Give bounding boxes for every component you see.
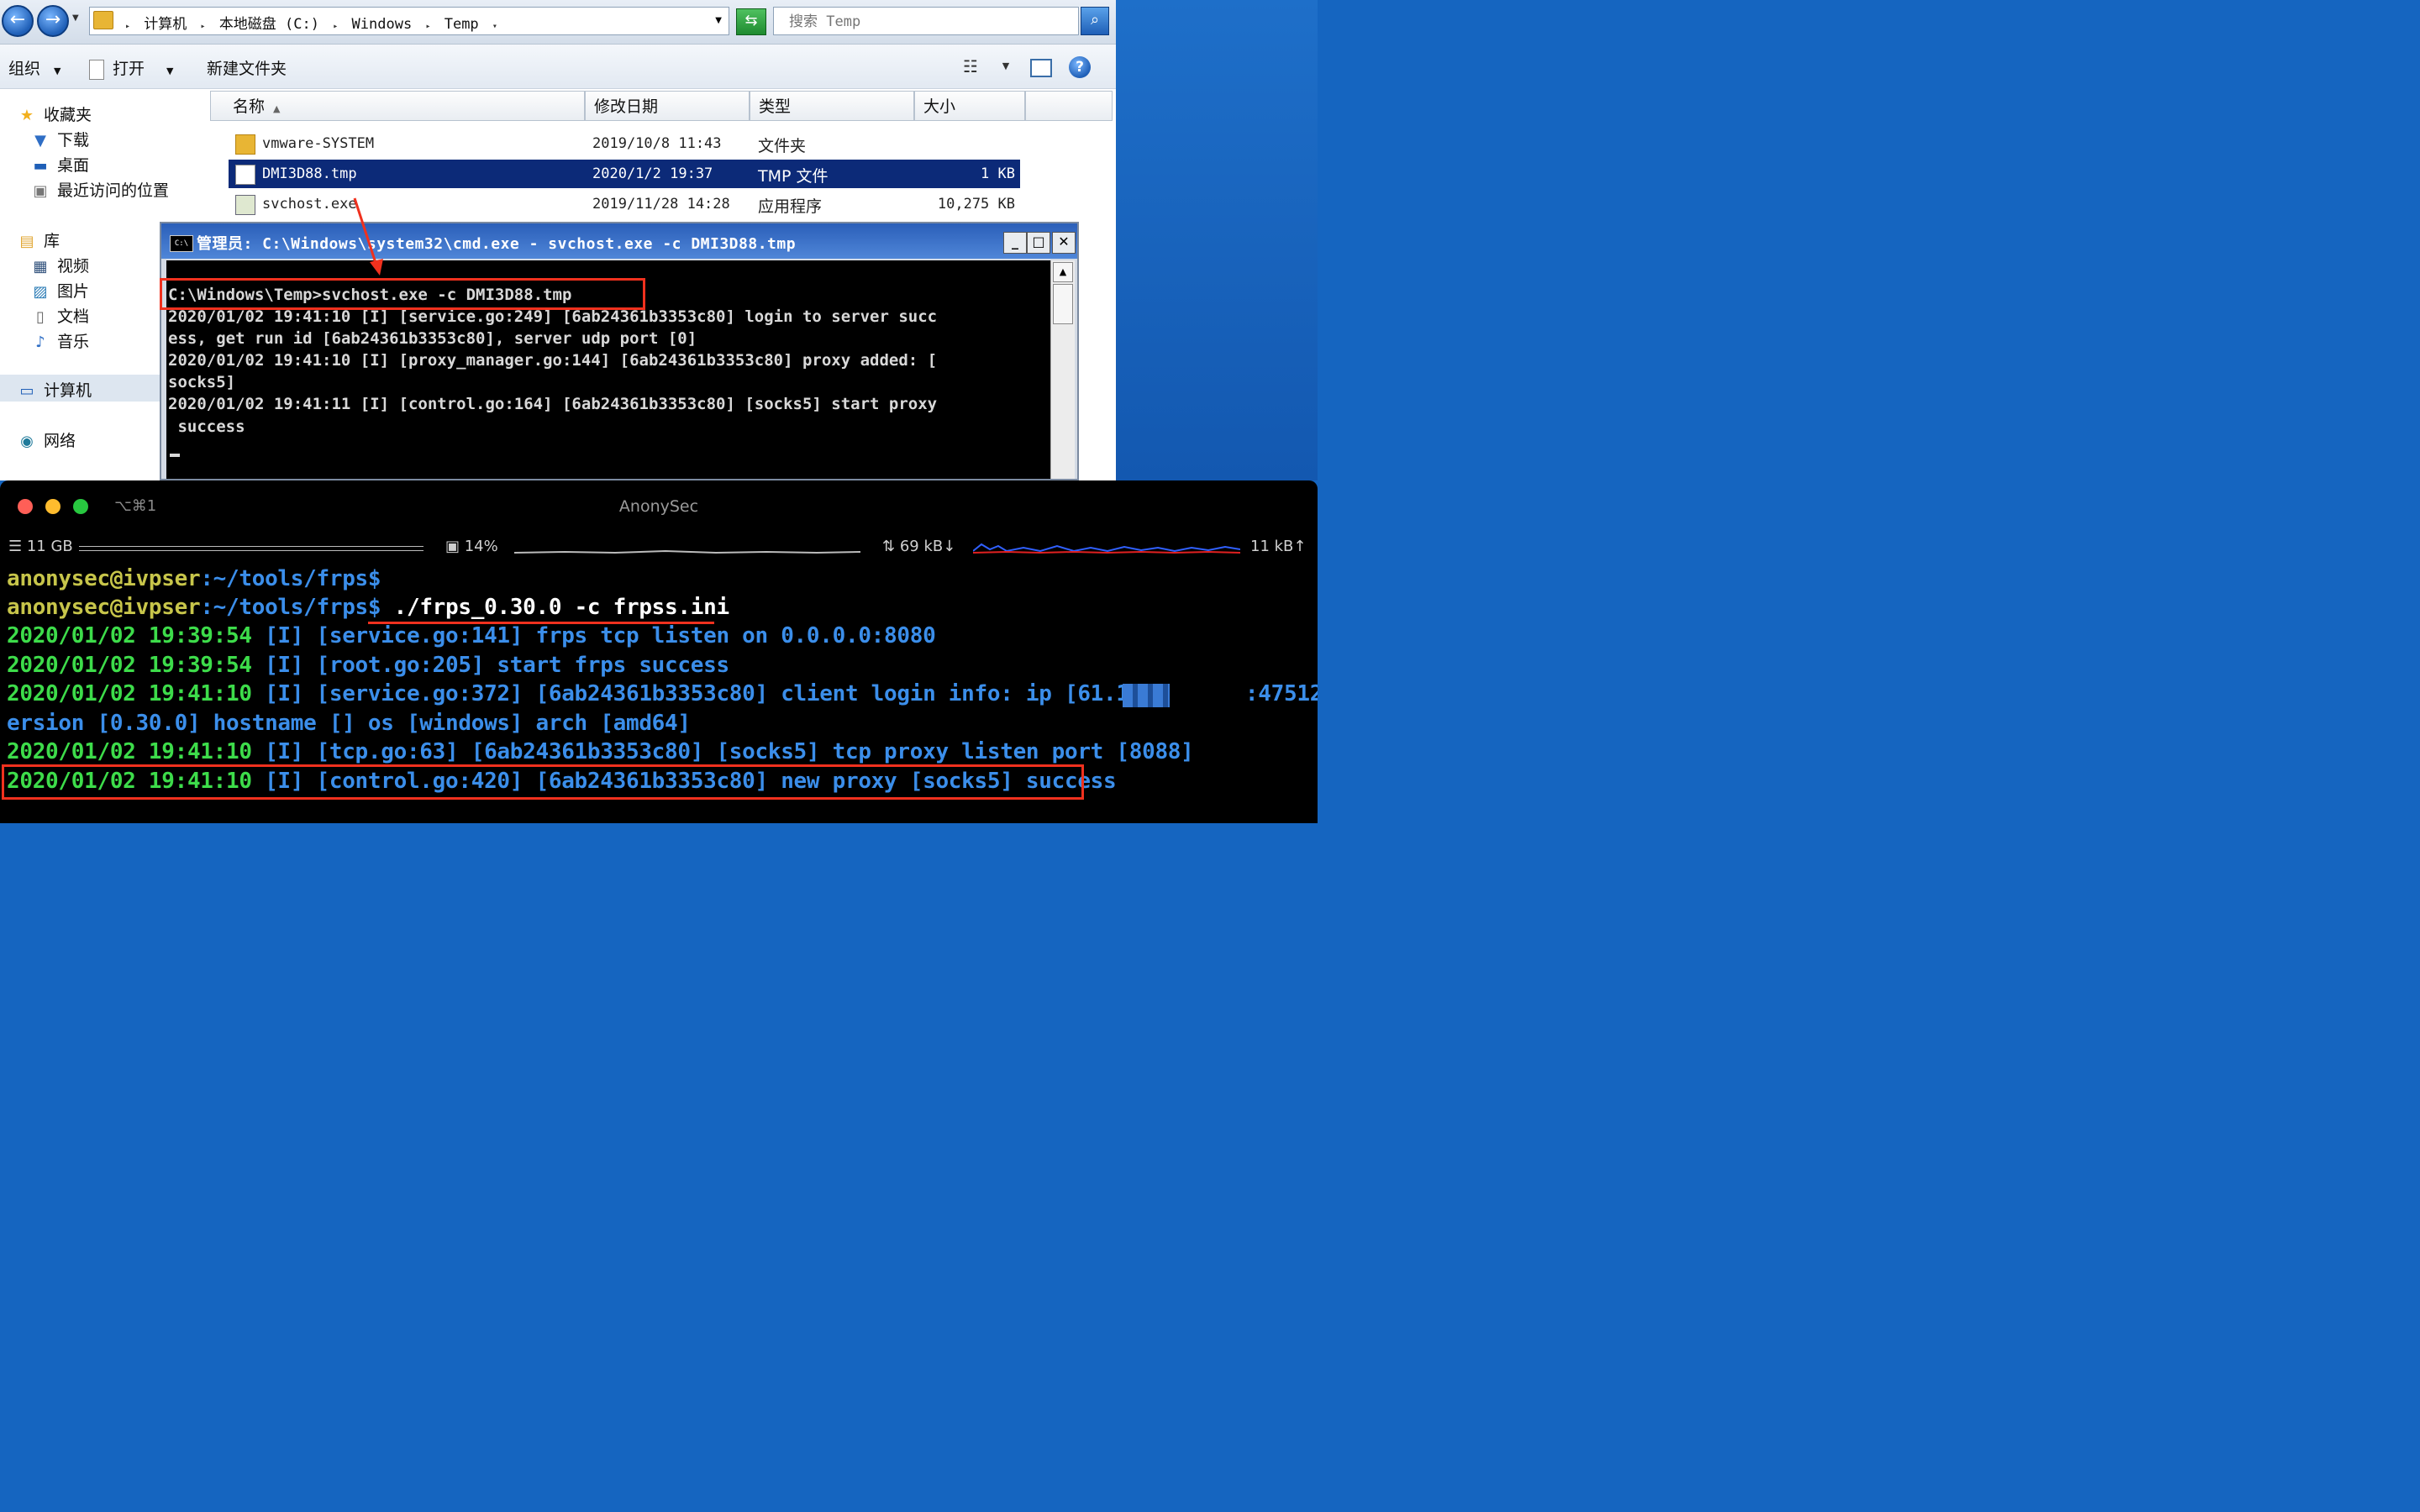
arrow-line — [353, 197, 378, 266]
network-graph — [973, 543, 1240, 554]
log-line: 2020/01/02 19:41:10 [I] [service.go:372]… — [7, 681, 1318, 706]
command-line[interactable]: anonysec@ivpser:~/tools/frps$ ./frps_0.3… — [7, 595, 729, 620]
underline-annotation — [368, 622, 714, 624]
upload-indicator: 11 kB↑ — [1250, 538, 1307, 555]
log-line: 2020/01/02 19:39:54 [I] [root.go:205] st… — [7, 653, 729, 678]
log-line: 2020/01/02 19:41:10 [I] [tcp.go:63] [6ab… — [7, 739, 1194, 764]
arrow-head — [370, 259, 383, 276]
log-line: ersion [0.30.0] hostname [] os [windows]… — [7, 711, 691, 736]
highlight-box — [2, 764, 1084, 800]
prompt-line: anonysec@ivpser:~/tools/frps$ — [7, 566, 381, 591]
cpu-graph — [514, 549, 860, 554]
redacted-ip — [1123, 684, 1170, 707]
cpu-indicator: ▣ 14% — [445, 538, 498, 555]
memory-graph — [79, 546, 424, 551]
terminal-title: AnonySec — [618, 497, 699, 516]
log-line: 2020/01/02 19:39:54 [I] [service.go:141]… — [7, 623, 936, 648]
status-bar: ☰ 11 GB ▣ 14% ⇅ 69 kB↓ 11 kB↑ — [0, 533, 1318, 561]
network-indicator: ⇅ 69 kB↓ — [882, 538, 956, 555]
memory-indicator: ☰ 11 GB — [8, 538, 73, 555]
